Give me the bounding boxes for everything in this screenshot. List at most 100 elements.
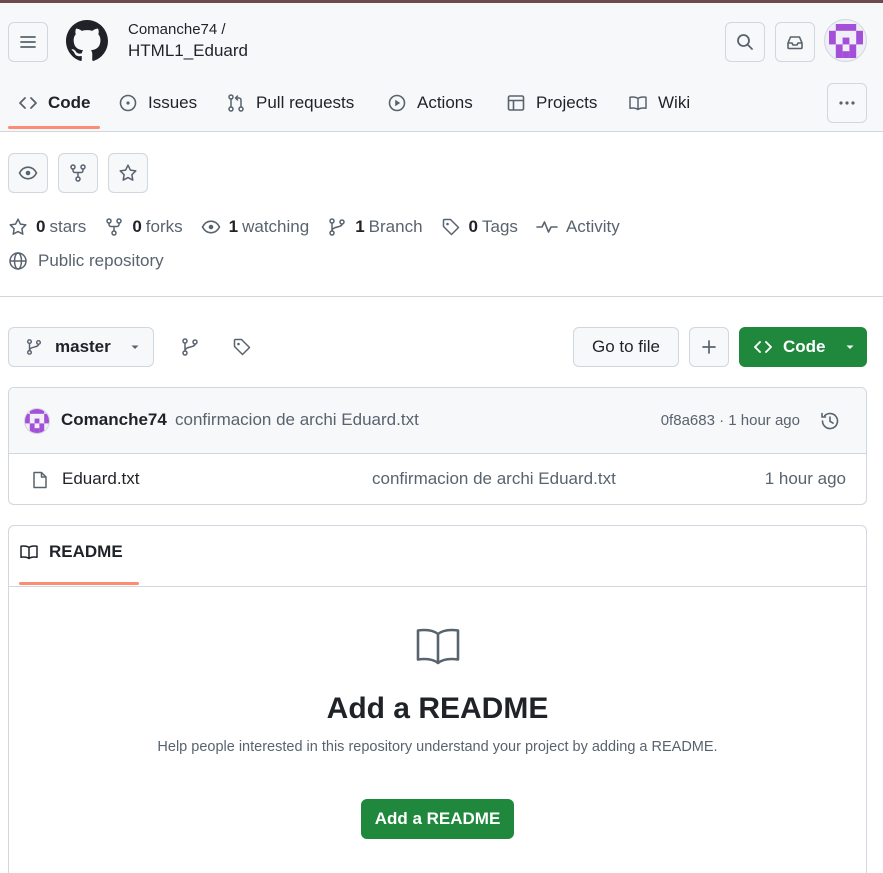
readme-empty-subtitle: Help people interested in this repositor… [157, 739, 718, 755]
tab-label: Wiki [658, 92, 691, 112]
star-icon [9, 218, 27, 235]
code-dropdown-button[interactable]: Code [739, 327, 867, 367]
user-avatar[interactable] [824, 19, 867, 62]
branch-icon [329, 218, 345, 236]
watching-count: 1 [228, 217, 239, 236]
eye-icon [201, 220, 221, 234]
add-readme-button[interactable]: Add a README [361, 799, 514, 839]
tab-label: Projects [536, 92, 598, 112]
file-list: Comanche74 confirmacion de archi Eduard.… [8, 387, 867, 505]
fork-button[interactable] [58, 153, 98, 193]
caret-down-icon [846, 345, 853, 349]
watching-label: watching [242, 217, 310, 236]
stars-link[interactable]: 0 stars [8, 217, 86, 237]
active-tab-indicator [8, 126, 100, 129]
file-name[interactable]: Eduard.txt [62, 469, 140, 489]
forks-link[interactable]: 0 forks [104, 217, 183, 237]
code-icon [754, 341, 772, 353]
tab-pull-requests[interactable]: Pull requests [226, 76, 354, 129]
code-button-label: Code [783, 337, 826, 356]
tags-button[interactable] [230, 335, 254, 359]
forks-label: forks [145, 217, 183, 236]
readme-tab[interactable]: README [19, 542, 123, 562]
readme-divider [9, 586, 866, 587]
tab-label: Code [48, 92, 91, 112]
identicon-icon [25, 409, 49, 433]
tags-count: 0 [468, 217, 479, 236]
watch-button[interactable] [8, 153, 48, 193]
readme-tab-label: README [49, 542, 123, 561]
pull-request-icon [228, 93, 244, 112]
repo-owner-link[interactable]: Comanche74 / [128, 21, 226, 38]
branches-button[interactable] [178, 335, 202, 359]
tags-label: Tags [482, 217, 518, 236]
star-button[interactable] [108, 153, 148, 193]
eye-icon [18, 166, 38, 180]
file-commit-message[interactable]: confirmacion de archi Eduard.txt [372, 469, 616, 489]
play-icon [388, 94, 406, 111]
inbox-icon [787, 36, 803, 50]
caret-down-icon [131, 345, 139, 349]
github-logo-icon[interactable] [66, 20, 108, 62]
inbox-button[interactable] [775, 22, 815, 62]
file-commit-time: 1 hour ago [764, 469, 846, 488]
repo-stats: 0 stars 0 forks 1 watching 1 Branch 0 Tags Ac… [8, 215, 620, 239]
fork-icon [106, 218, 123, 236]
visibility-info: Public repository [8, 251, 164, 271]
search-button[interactable] [725, 22, 765, 62]
more-tabs-button[interactable] [827, 83, 867, 123]
branch-icon [26, 339, 42, 355]
latest-commit-row: Comanche74 confirmacion de archi Eduard.… [9, 388, 866, 454]
commit-meta[interactable]: 0f8a683 · 1 hour ago [661, 412, 800, 429]
code-icon [19, 96, 37, 109]
tags-link[interactable]: 0 Tags [441, 217, 518, 237]
watching-link[interactable]: 1 watching [201, 217, 310, 237]
star-icon [119, 164, 137, 181]
branch-selector[interactable]: master [8, 327, 154, 367]
history-button[interactable] [819, 410, 841, 432]
plus-icon [702, 340, 716, 354]
history-icon [821, 412, 839, 430]
issue-icon [119, 94, 137, 111]
file-icon [33, 471, 47, 489]
commit-author-avatar[interactable] [24, 408, 50, 434]
add-file-button[interactable] [689, 327, 729, 367]
stars-label: stars [49, 217, 87, 236]
book-icon [20, 545, 38, 560]
hamburger-icon [20, 36, 36, 48]
section-divider [0, 296, 883, 297]
tab-label: Issues [148, 92, 198, 112]
commit-message[interactable]: confirmacion de archi Eduard.txt [175, 410, 419, 430]
menu-button[interactable] [8, 22, 48, 62]
search-icon [737, 34, 753, 50]
tag-icon [442, 218, 459, 236]
branch-count: 1 [355, 217, 365, 236]
tab-label: Pull requests [256, 92, 355, 112]
commit-author[interactable]: Comanche74 [61, 410, 167, 430]
fork-icon [70, 164, 86, 182]
tab-wiki[interactable]: Wiki [628, 76, 690, 129]
tab-code[interactable]: Code [18, 76, 91, 129]
repo-name-link[interactable]: HTML1_Eduard [128, 41, 248, 61]
pulse-icon [536, 221, 558, 233]
visibility-label: Public repository [38, 251, 164, 270]
globe-icon [9, 252, 27, 270]
file-row[interactable]: Eduard.txt confirmacion de archi Eduard.… [9, 454, 866, 504]
tab-label: Actions [417, 92, 473, 112]
branches-link[interactable]: 1 Branch [327, 217, 423, 237]
tag-icon [233, 338, 251, 356]
activity-link[interactable]: Activity [536, 217, 620, 237]
readme-tab-indicator [19, 582, 139, 585]
book-icon [629, 95, 647, 110]
table-icon [507, 94, 525, 111]
tab-actions[interactable]: Actions [387, 76, 473, 129]
tab-issues[interactable]: Issues [118, 76, 197, 129]
tab-projects[interactable]: Projects [506, 76, 597, 129]
go-to-file-button[interactable]: Go to file [573, 327, 679, 367]
readme-empty-title: Add a README [326, 692, 549, 725]
forks-count: 0 [132, 217, 142, 236]
branch-icon [182, 338, 198, 356]
branch-name: master [55, 337, 111, 356]
identicon-icon [828, 23, 863, 58]
book-icon [416, 628, 460, 665]
